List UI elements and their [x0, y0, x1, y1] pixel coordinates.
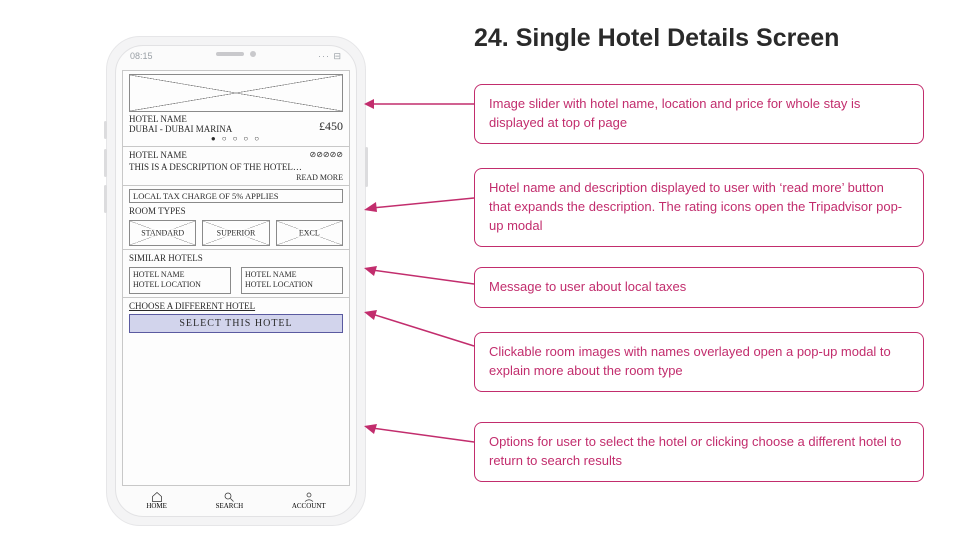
room-label: STANDARD: [140, 229, 185, 238]
status-indicators: ··· ⊟: [318, 51, 342, 62]
section-image-slider: HOTEL NAME DUBAI - DUBAI MARINA £450 ● ○…: [123, 71, 349, 146]
room-types-heading: ROOM TYPES: [129, 206, 343, 216]
slider-hotel-location: DUBAI - DUBAI MARINA: [129, 124, 232, 134]
callout-3: Message to user about local taxes: [474, 267, 924, 308]
tab-bar: HOME SEARCH ACCOUNT: [122, 488, 350, 512]
home-icon: [150, 491, 164, 503]
tab-home[interactable]: HOME: [146, 491, 167, 510]
section-actions: CHOOSE A DIFFERENT HOTEL SELECT THIS HOT…: [123, 297, 349, 336]
status-time: 08:15: [130, 51, 153, 61]
section-description: ⊘⊘⊘⊘⊘ HOTEL NAME THIS IS A DESCRIPTION O…: [123, 146, 349, 185]
tax-message: LOCAL TAX CHARGE OF 5% APPLIES: [129, 189, 343, 203]
desc-text: THIS IS A DESCRIPTION OF THE HOTEL…: [129, 162, 343, 172]
choose-different-hotel-link[interactable]: CHOOSE A DIFFERENT HOTEL: [129, 301, 343, 311]
slider-pagination-dots[interactable]: ● ○ ○ ○ ○: [129, 134, 343, 143]
speaker-icon: [216, 52, 244, 56]
callout-4: Clickable room images with names overlay…: [474, 332, 924, 392]
select-this-hotel-button[interactable]: SELECT THIS HOTEL: [129, 314, 343, 333]
phone-frame: 08:15 ··· ⊟ HOTEL NAME DUBAI - DUBAI MAR…: [106, 36, 366, 526]
similar-hotel-card[interactable]: HOTEL NAME HOTEL LOCATION: [241, 267, 343, 294]
arrow-icon: [364, 96, 476, 112]
tab-account[interactable]: ACCOUNT: [292, 491, 326, 510]
search-icon: [222, 491, 236, 503]
status-bar: 08:15 ··· ⊟: [116, 46, 356, 68]
callout-1: Image slider with hotel name, location a…: [474, 84, 924, 144]
arrow-icon: [364, 192, 476, 212]
tab-search[interactable]: SEARCH: [216, 491, 244, 510]
similar-hotel-location: HOTEL LOCATION: [133, 280, 227, 290]
slider-price: £450: [319, 119, 343, 134]
phone-screen: 08:15 ··· ⊟ HOTEL NAME DUBAI - DUBAI MAR…: [115, 45, 357, 517]
room-type-excl[interactable]: EXCL: [276, 220, 343, 246]
callout-2: Hotel name and description displayed to …: [474, 168, 924, 247]
camera-icon: [250, 51, 256, 57]
phone-mute-switch: [104, 121, 107, 139]
similar-hotel-name: HOTEL NAME: [245, 270, 339, 280]
section-similar-hotels: SIMILAR HOTELS HOTEL NAME HOTEL LOCATION…: [123, 249, 349, 297]
hero-image-placeholder[interactable]: [129, 74, 343, 112]
similar-hotel-location: HOTEL LOCATION: [245, 280, 339, 290]
phone-volume-down: [104, 185, 107, 213]
phone-volume-up: [104, 149, 107, 177]
screen-content: HOTEL NAME DUBAI - DUBAI MARINA £450 ● ○…: [122, 70, 350, 486]
similar-hotel-card[interactable]: HOTEL NAME HOTEL LOCATION: [129, 267, 231, 294]
tab-label: SEARCH: [216, 503, 244, 510]
room-type-superior[interactable]: SUPERIOR: [202, 220, 269, 246]
rating-icons[interactable]: ⊘⊘⊘⊘⊘: [309, 150, 343, 159]
slider-hotel-name: HOTEL NAME: [129, 114, 232, 124]
account-icon: [302, 491, 316, 503]
room-type-standard[interactable]: STANDARD: [129, 220, 196, 246]
page-title: 24. Single Hotel Details Screen: [474, 24, 839, 53]
tab-label: HOME: [146, 503, 167, 510]
arrow-icon: [364, 424, 476, 448]
section-rooms: LOCAL TAX CHARGE OF 5% APPLIES ROOM TYPE…: [123, 185, 349, 249]
arrow-icon: [364, 310, 476, 350]
phone-notch: [210, 49, 262, 59]
phone-power-button: [365, 147, 368, 187]
arrow-icon: [364, 266, 476, 290]
callout-5: Options for user to select the hotel or …: [474, 422, 924, 482]
read-more-button[interactable]: READ MORE: [129, 173, 343, 182]
similar-hotel-name: HOTEL NAME: [133, 270, 227, 280]
similar-heading: SIMILAR HOTELS: [129, 253, 343, 263]
tab-label: ACCOUNT: [292, 503, 326, 510]
room-label: SUPERIOR: [216, 229, 257, 238]
room-label: EXCL: [298, 229, 321, 238]
